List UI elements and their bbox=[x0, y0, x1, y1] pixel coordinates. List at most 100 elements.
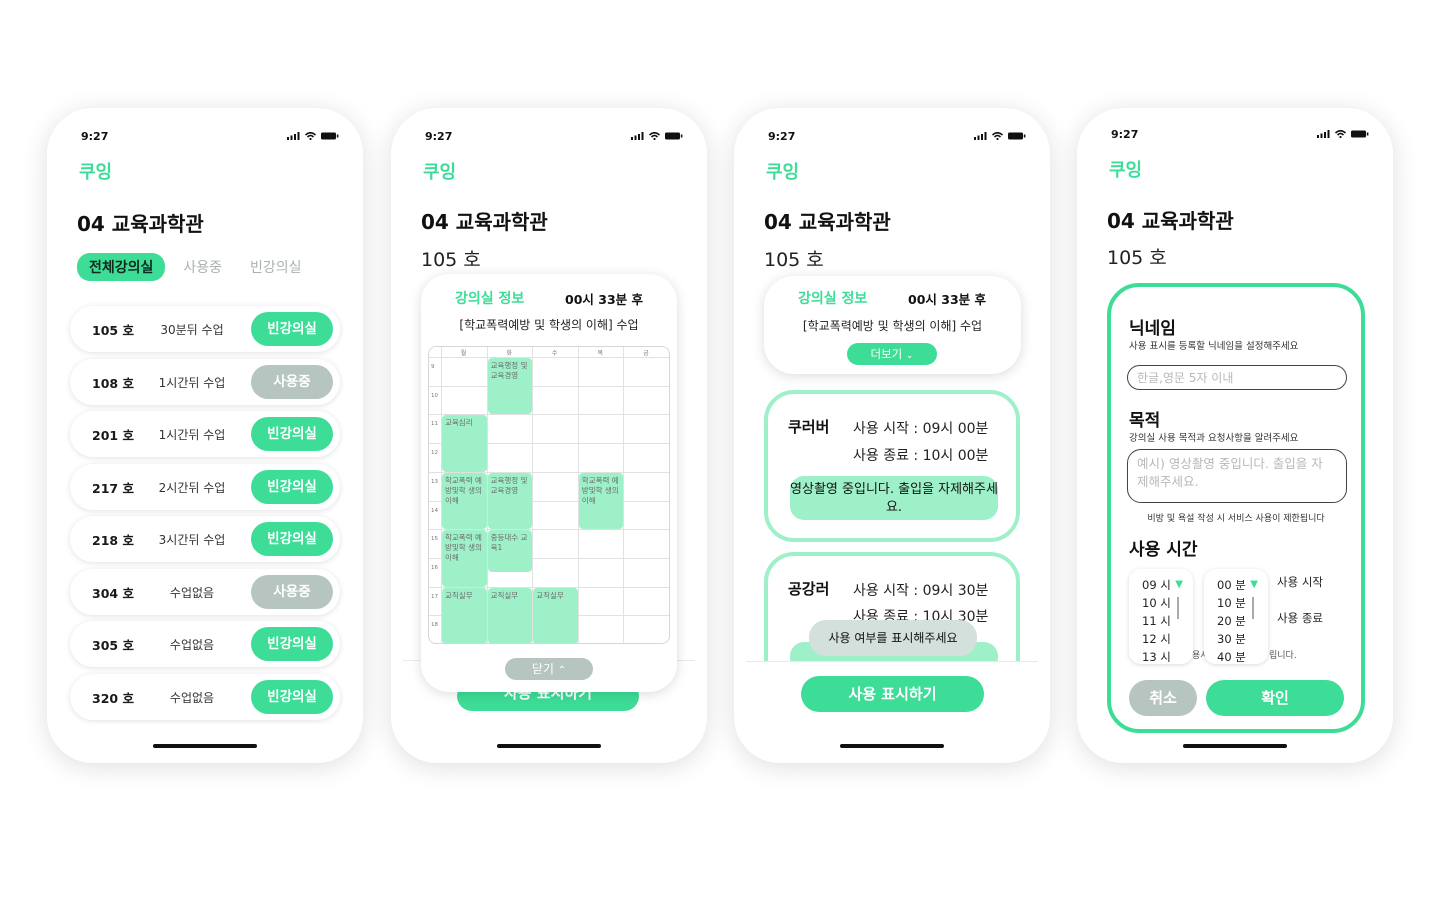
status-badge[interactable]: 사용중 bbox=[251, 574, 333, 609]
close-button[interactable]: 닫기 ⌃ bbox=[505, 658, 593, 680]
room-row[interactable]: 304 호 수업없음 사용중 bbox=[70, 568, 340, 615]
room-number: 108 호 bbox=[92, 375, 134, 391]
end-label[interactable]: 사용 종료 bbox=[1277, 610, 1323, 626]
building-title: 04 교육과학관 bbox=[764, 210, 891, 234]
room-number: 320 호 bbox=[92, 690, 134, 706]
nickname-input[interactable]: 한글,영문 5자 이내 bbox=[1127, 365, 1347, 390]
usage-start: 사용 시작 : 09시 30분 bbox=[853, 583, 989, 599]
usage-message: 영상촬영 중입니다. 출입을 자제해주세요. bbox=[790, 476, 998, 520]
start-label[interactable]: 사용 시작 bbox=[1277, 574, 1323, 590]
hour-label: 13 bbox=[431, 478, 438, 485]
status-badge[interactable]: 빈강의실 bbox=[251, 469, 333, 504]
room-row[interactable]: 305 호 수업없음 빈강의실 bbox=[70, 621, 340, 667]
signal-icon bbox=[1317, 130, 1330, 138]
class-block[interactable]: 교육행정 및 교육경영 bbox=[487, 358, 533, 415]
status-badge[interactable]: 빈강의실 bbox=[251, 522, 333, 556]
status-bar: 9:27 bbox=[1111, 128, 1369, 142]
next-class-timer: 00시 33분 후 bbox=[565, 292, 643, 307]
purpose-input[interactable]: 예시) 영상촬영 중입니다. 출입을 자제해주세요. bbox=[1127, 449, 1347, 503]
warning-text: 비방 및 욕설 작성 시 서비스 사용이 제한됩니다 bbox=[1147, 514, 1325, 524]
room-row[interactable]: 320 호 수업없음 빈강의실 bbox=[70, 673, 340, 720]
minute-option[interactable]: 20 분 bbox=[1217, 612, 1268, 630]
current-class: [학교폭력예방 및 학생의 이해] 수업 bbox=[802, 319, 983, 333]
peek-text: 립니다. bbox=[1269, 651, 1297, 661]
phone-room-timetable: 9:27 쿠잉 04 교육과학관 105 호 사용 표시하기 강의실 정보 00… bbox=[391, 108, 707, 763]
class-block[interactable]: 교직실무 bbox=[442, 587, 487, 643]
room-row[interactable]: 105 호 30분뒤 수업 빈강의실 bbox=[70, 306, 340, 352]
phone-usage-form: 9:27 쿠잉 04 교육과학관 105 호 닉네임 사용 표시를 등록할 닉네… bbox=[1077, 108, 1393, 763]
room-info-label: 강의실 정보 bbox=[798, 291, 868, 307]
room-number: 105 호 bbox=[92, 323, 134, 338]
hour-label: 15 bbox=[431, 536, 438, 543]
hour-option[interactable]: 10 시 bbox=[1142, 594, 1193, 612]
confirm-button[interactable]: 확인 bbox=[1206, 680, 1344, 716]
hour-option[interactable]: 13 시 bbox=[1142, 648, 1193, 666]
clock: 9:27 bbox=[425, 130, 453, 143]
caret-down-icon: ▼ bbox=[1175, 579, 1183, 590]
timetable: 월 화 수 목 금 9 10 11 12 13 14 15 16 17 18 교육행정 및 교육경영 교육심리 학… bbox=[428, 346, 670, 644]
minute-picker[interactable]: ▼ 00 분 10 분 20 분 30 분 40 분 bbox=[1204, 569, 1268, 664]
room-row[interactable]: 218 호 3시간뒤 수업 빈강의실 bbox=[70, 516, 340, 562]
class-block[interactable]: 중등대수 교육1 bbox=[487, 530, 533, 573]
minute-option[interactable]: 30 분 bbox=[1217, 630, 1268, 648]
usage-nickname: 쿠러버 bbox=[788, 418, 830, 436]
scrollbar[interactable] bbox=[1252, 597, 1254, 619]
signal-icon bbox=[974, 132, 987, 140]
app-logo: 쿠잉 bbox=[1109, 160, 1143, 181]
class-block[interactable]: 교직실무 bbox=[533, 587, 578, 643]
status-badge[interactable]: 빈강의실 bbox=[251, 417, 333, 451]
mark-usage-button[interactable]: 사용 표시하기 bbox=[801, 676, 984, 712]
toast-message: 사용 여부를 표시해주세요 bbox=[809, 620, 977, 656]
current-class: [학교폭력예방 및 학생의 이해] 수업 bbox=[459, 318, 639, 332]
scrollbar[interactable] bbox=[1177, 597, 1179, 619]
app-logo: 쿠잉 bbox=[766, 162, 800, 183]
status-bar: 9:27 bbox=[81, 130, 339, 144]
room-row[interactable]: 201 호 1시간뒤 수업 빈강의실 bbox=[70, 411, 340, 457]
hour-label: 16 bbox=[431, 564, 438, 571]
hour-option[interactable]: 11 시 bbox=[1142, 612, 1193, 630]
hour-label: 14 bbox=[431, 507, 438, 514]
more-button[interactable]: 더보기 ⌄ bbox=[847, 343, 937, 365]
home-indicator bbox=[840, 744, 944, 748]
hour-picker[interactable]: ▼ 09 시 10 시 11 시 12 시 13 시 bbox=[1129, 569, 1193, 664]
class-block[interactable]: 교직실무 bbox=[487, 587, 533, 643]
room-info-card: 강의실 정보 00시 33분 후 [학교폭력예방 및 학생의 이해] 수업 더보… bbox=[764, 276, 1021, 374]
phone-room-usage: 9:27 쿠잉 04 교육과학관 105 호 강의실 정보 00시 33분 후 … bbox=[734, 108, 1050, 763]
class-block[interactable]: 학교폭력 예방및학 생의이해 bbox=[578, 472, 624, 530]
hour-label: 11 bbox=[431, 421, 438, 428]
building-title: 04 교육과학관 bbox=[421, 210, 548, 234]
room-title: 105 호 bbox=[421, 249, 481, 271]
day-label: 수 bbox=[551, 350, 558, 357]
class-block[interactable]: 학교폭력 예방및학 생의이해 bbox=[442, 530, 487, 587]
battery-icon bbox=[321, 132, 339, 140]
signal-icon bbox=[287, 132, 300, 140]
next-class: 수업없음 bbox=[169, 585, 215, 600]
minute-option[interactable]: 10 분 bbox=[1217, 594, 1268, 612]
tab-in-use[interactable]: 사용중 bbox=[183, 257, 222, 277]
room-row[interactable]: 217 호 2시간뒤 수업 빈강의실 bbox=[70, 463, 340, 510]
room-number: 305 호 bbox=[92, 638, 134, 653]
hour-option[interactable]: 09 시 bbox=[1142, 576, 1193, 594]
minute-option[interactable]: 40 분 bbox=[1217, 648, 1268, 666]
status-badge[interactable]: 빈강의실 bbox=[251, 627, 333, 661]
nickname-help: 사용 표시를 등록할 닉네임을 설정해주세요 bbox=[1129, 341, 1299, 352]
tab-empty[interactable]: 빈강의실 bbox=[250, 257, 302, 277]
battery-icon bbox=[665, 132, 683, 140]
room-title: 105 호 bbox=[1107, 247, 1167, 269]
cancel-button[interactable]: 취소 bbox=[1129, 680, 1197, 716]
class-block[interactable]: 교육행정 및 교육경영 bbox=[487, 472, 533, 530]
room-row[interactable]: 108 호 1시간뒤 수업 사용중 bbox=[70, 358, 340, 405]
status-badge[interactable]: 빈강의실 bbox=[251, 679, 333, 714]
hour-option[interactable]: 12 시 bbox=[1142, 630, 1193, 648]
chevron-up-icon: ⌃ bbox=[557, 665, 567, 676]
tab-all-rooms[interactable]: 전체강의실 bbox=[77, 253, 166, 281]
status-badge[interactable]: 빈강의실 bbox=[251, 312, 333, 346]
minute-option[interactable]: 00 분 bbox=[1217, 576, 1268, 594]
day-label: 금 bbox=[643, 350, 649, 357]
class-block[interactable]: 학교폭력 예방및학 생의이해 bbox=[442, 472, 487, 530]
status-badge[interactable]: 사용중 bbox=[251, 364, 333, 399]
purpose-title: 목적 bbox=[1129, 411, 1161, 431]
room-title: 105 호 bbox=[764, 249, 824, 271]
hour-label: 12 bbox=[431, 450, 438, 457]
class-block[interactable]: 교육심리 bbox=[442, 415, 487, 472]
